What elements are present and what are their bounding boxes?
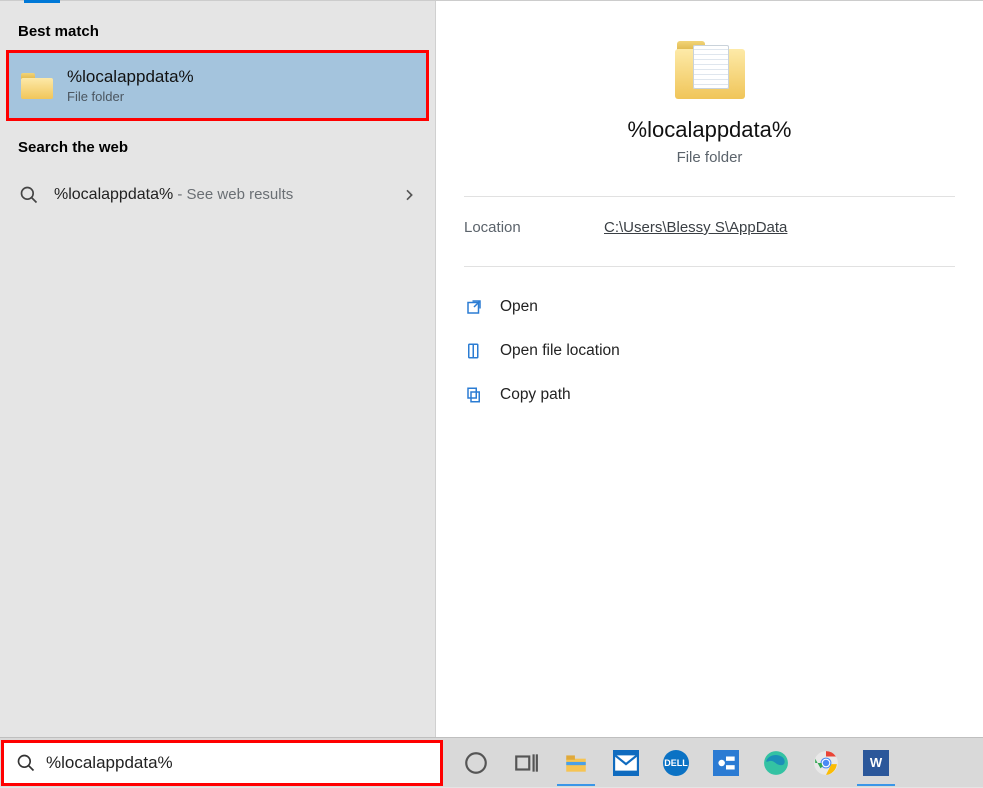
location-row: Location C:\Users\Blessy S\AppData [436,197,983,236]
active-tab-indicator [24,0,60,3]
preview-header: %localappdata% File folder [436,1,983,166]
location-icon [464,341,484,361]
best-match-subtitle: File folder [67,89,194,104]
best-match-text: %localappdata% File folder [67,67,194,104]
word-button[interactable]: W [851,738,901,788]
preview-subtitle: File folder [436,149,983,166]
search-input[interactable] [46,753,428,773]
location-label: Location [464,219,604,236]
file-explorer-button[interactable] [551,738,601,788]
web-result-subtitle: - See web results [173,186,293,203]
preview-title: %localappdata% [436,117,983,143]
best-match-result[interactable]: %localappdata% File folder [6,50,429,121]
cortana-button[interactable] [451,738,501,788]
edge-button[interactable] [751,738,801,788]
windows-search-panel: Best match %localappdata% File folder Se… [0,0,983,737]
open-label: Open [500,298,538,316]
taskbar-search-box[interactable] [1,740,443,786]
search-icon [18,184,40,206]
best-match-header: Best match [0,5,435,50]
filter-tab-strip [0,1,435,5]
results-column: Best match %localappdata% File folder Se… [0,1,436,737]
actions-list: Open Open file location Copy path [436,267,983,417]
best-match-title: %localappdata% [67,67,194,87]
copy-icon [464,385,484,405]
open-file-location-label: Open file location [500,342,620,360]
folder-icon [675,41,745,99]
chevron-right-icon [401,187,417,203]
taskbar-icons: DELL W [451,738,901,788]
feedback-hub-button[interactable] [701,738,751,788]
taskbar: DELL W [0,737,983,787]
mail-button[interactable] [601,738,651,788]
web-result-title: %localappdata% [54,186,173,203]
folder-icon [21,73,53,99]
location-link[interactable]: C:\Users\Blessy S\AppData [604,219,787,236]
web-result-text: %localappdata% - See web results [54,186,387,204]
search-icon [16,753,36,773]
open-icon [464,297,484,317]
preview-pane: %localappdata% File folder Location C:\U… [436,1,983,737]
open-file-location-action[interactable]: Open file location [464,329,955,373]
task-view-button[interactable] [501,738,551,788]
folder-contents-icon [693,45,729,89]
search-web-header: Search the web [0,121,435,166]
web-result[interactable]: %localappdata% - See web results [0,170,435,220]
copy-path-label: Copy path [500,386,571,404]
copy-path-action[interactable]: Copy path [464,373,955,417]
open-action[interactable]: Open [464,285,955,329]
dell-app-button[interactable]: DELL [651,738,701,788]
chrome-button[interactable] [801,738,851,788]
